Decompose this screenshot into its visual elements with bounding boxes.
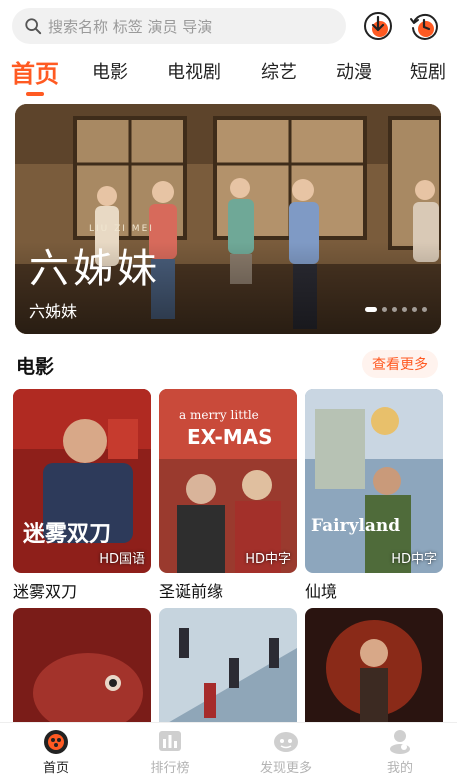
movie-poster[interactable] xyxy=(13,608,151,728)
nav-label: 发现更多 xyxy=(259,761,312,776)
nav-home[interactable]: 首页 xyxy=(16,727,96,778)
poster-image: a merry little EX-MAS xyxy=(159,389,297,573)
nav-label: 我的 xyxy=(386,761,413,776)
view-more-button[interactable]: 查看更多 xyxy=(362,350,438,378)
ranking-icon xyxy=(159,731,181,751)
carousel-dots xyxy=(365,307,427,312)
banner-logo: 六姊妹 xyxy=(29,246,161,292)
poster-image: Fairyland xyxy=(305,389,443,573)
history-icon[interactable] xyxy=(408,10,440,42)
poster-image: 迷雾双刀 xyxy=(13,389,151,573)
quality-badge: HD中字 xyxy=(391,552,437,567)
search-placeholder: 搜索名称 标签 演员 导演 xyxy=(48,17,213,36)
poster-image xyxy=(159,608,297,728)
tab-tv-series[interactable]: 电视剧 xyxy=(167,58,221,84)
carousel-dot[interactable] xyxy=(422,307,427,312)
poster-image xyxy=(13,608,151,728)
banner-title: 六姊妹 xyxy=(29,302,78,321)
movie-poster[interactable]: Fairyland HD中字 xyxy=(305,389,443,573)
poster-text: EX-MAS xyxy=(187,425,273,449)
movie-poster[interactable] xyxy=(305,608,443,728)
banner-image xyxy=(15,104,441,334)
section-title: 电影 xyxy=(16,356,55,378)
movie-title: 仙境 xyxy=(305,582,338,601)
carousel-dot[interactable] xyxy=(402,307,407,312)
movie-poster[interactable] xyxy=(159,608,297,728)
discover-icon xyxy=(274,732,298,752)
nav-profile[interactable]: 我的 xyxy=(360,727,440,778)
profile-icon xyxy=(390,730,410,754)
poster-image xyxy=(305,608,443,728)
carousel-dot[interactable] xyxy=(412,307,417,312)
nav-label: 排行榜 xyxy=(150,761,190,776)
carousel-dot[interactable] xyxy=(382,307,387,312)
tab-anime[interactable]: 动漫 xyxy=(336,58,372,84)
search-icon xyxy=(25,18,42,35)
carousel-dot[interactable] xyxy=(365,307,377,312)
tab-variety[interactable]: 综艺 xyxy=(261,58,297,84)
poster-text: a merry little xyxy=(179,408,259,422)
movie-poster[interactable]: a merry little EX-MAS HD中字 xyxy=(159,389,297,573)
search-input[interactable]: 搜索名称 标签 演员 导演 xyxy=(12,8,346,44)
featured-banner[interactable]: LIU ZI MEI 六姊妹 六姊妹 xyxy=(15,104,441,334)
quality-badge: HD国语 xyxy=(99,552,145,567)
movie-title: 迷雾双刀 xyxy=(13,582,78,601)
nav-label: 首页 xyxy=(42,761,69,776)
banner-logo-subtitle: LIU ZI MEI xyxy=(89,224,154,234)
nav-ranking[interactable]: 排行榜 xyxy=(130,727,210,778)
tab-indicator xyxy=(26,92,44,96)
category-tabs: 首页 电影 电视剧 综艺 动漫 短剧 xyxy=(0,52,457,98)
top-bar: 搜索名称 标签 演员 导演 xyxy=(0,0,457,52)
bottom-navigation: 首页 排行榜 发现更多 我的 xyxy=(0,722,457,778)
download-icon[interactable] xyxy=(362,10,394,42)
tab-movies[interactable]: 电影 xyxy=(92,58,128,84)
poster-text: 迷雾双刀 xyxy=(22,522,111,547)
home-icon xyxy=(44,730,68,754)
carousel-dot[interactable] xyxy=(392,307,397,312)
tab-short-drama[interactable]: 短剧 xyxy=(410,58,446,84)
poster-text: Fairyland xyxy=(311,516,400,536)
movie-card[interactable]: 迷雾双刀 HD国语 迷雾双刀 xyxy=(13,389,151,604)
quality-badge: HD中字 xyxy=(245,552,291,567)
movie-card[interactable]: Fairyland HD中字 仙境 xyxy=(305,389,443,604)
movie-card[interactable]: a merry little EX-MAS HD中字 圣诞前缘 xyxy=(159,389,297,604)
tab-home[interactable]: 首页 xyxy=(11,54,59,89)
nav-discover[interactable]: 发现更多 xyxy=(246,727,326,778)
movie-poster[interactable]: 迷雾双刀 HD国语 xyxy=(13,389,151,573)
movie-title: 圣诞前缘 xyxy=(159,582,224,601)
